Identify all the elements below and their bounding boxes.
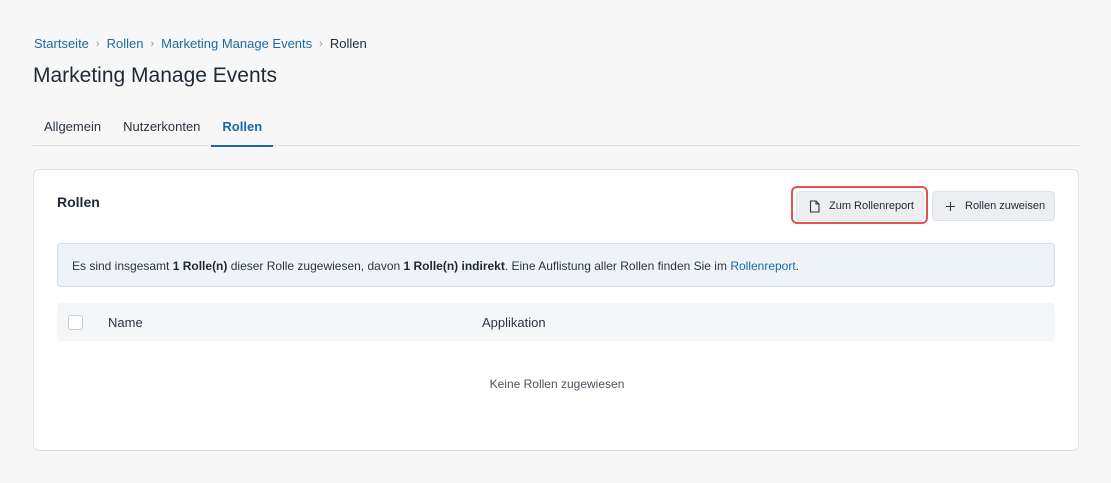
chevron-right-icon: › bbox=[319, 37, 323, 50]
info-text: Es sind insgesamt bbox=[72, 259, 173, 273]
card-title: Rollen bbox=[57, 194, 100, 210]
select-all-checkbox[interactable] bbox=[68, 315, 83, 330]
breadcrumb-link-startseite[interactable]: Startseite bbox=[34, 36, 89, 51]
info-text: dieser Rolle zugewiesen, davon bbox=[227, 259, 404, 273]
breadcrumb-current: Rollen bbox=[329, 36, 367, 51]
column-header-applikation[interactable]: Applikation bbox=[482, 315, 546, 330]
breadcrumb-link-rollen[interactable]: Rollen bbox=[107, 36, 144, 51]
page-title: Marketing Manage Events bbox=[33, 64, 277, 87]
tab-rollen[interactable]: Rollen bbox=[211, 112, 273, 147]
tab-nutzerkonten[interactable]: Nutzerkonten bbox=[112, 112, 211, 146]
rollen-zuweisen-label: Rollen zuweisen bbox=[965, 200, 1046, 212]
column-header-name[interactable]: Name bbox=[108, 315, 143, 330]
tab-allgemein[interactable]: Allgemein bbox=[33, 112, 112, 146]
zum-rollenreport-button[interactable]: Zum Rollenreport bbox=[796, 191, 924, 221]
chevron-right-icon: › bbox=[95, 37, 100, 50]
tab-bar: Allgemein Nutzerkonten Rollen bbox=[33, 112, 1079, 147]
info-text: . Eine Auflistung aller Rollen finden Si… bbox=[504, 259, 731, 273]
chevron-right-icon: › bbox=[150, 37, 155, 50]
rollen-zuweisen-button[interactable]: Rollen zuweisen bbox=[932, 191, 1055, 221]
zum-rollenreport-label: Zum Rollenreport bbox=[829, 200, 914, 212]
info-banner: Es sind insgesamt 1 Rolle(n) dieser Roll… bbox=[57, 243, 1055, 287]
document-icon bbox=[809, 199, 820, 213]
info-count-indirect: 1 Rolle(n) indirekt bbox=[403, 259, 505, 273]
info-text: . bbox=[795, 259, 800, 273]
plus-icon bbox=[945, 201, 956, 212]
table-header: Name Applikation bbox=[57, 303, 1055, 341]
info-count-total: 1 Rolle(n) bbox=[172, 259, 228, 273]
page: Startseite › Rollen › Marketing Manage E… bbox=[0, 0, 1111, 483]
breadcrumb-link-marketing-manage-events[interactable]: Marketing Manage Events bbox=[161, 36, 312, 51]
roles-card: Rollen Zum Rollenreport Rollen zuweisen … bbox=[33, 169, 1079, 451]
empty-state-text: Keine Rollen zugewiesen bbox=[489, 377, 625, 391]
breadcrumb: Startseite › Rollen › Marketing Manage E… bbox=[34, 36, 367, 51]
rollenreport-link[interactable]: Rollenreport bbox=[730, 259, 795, 273]
